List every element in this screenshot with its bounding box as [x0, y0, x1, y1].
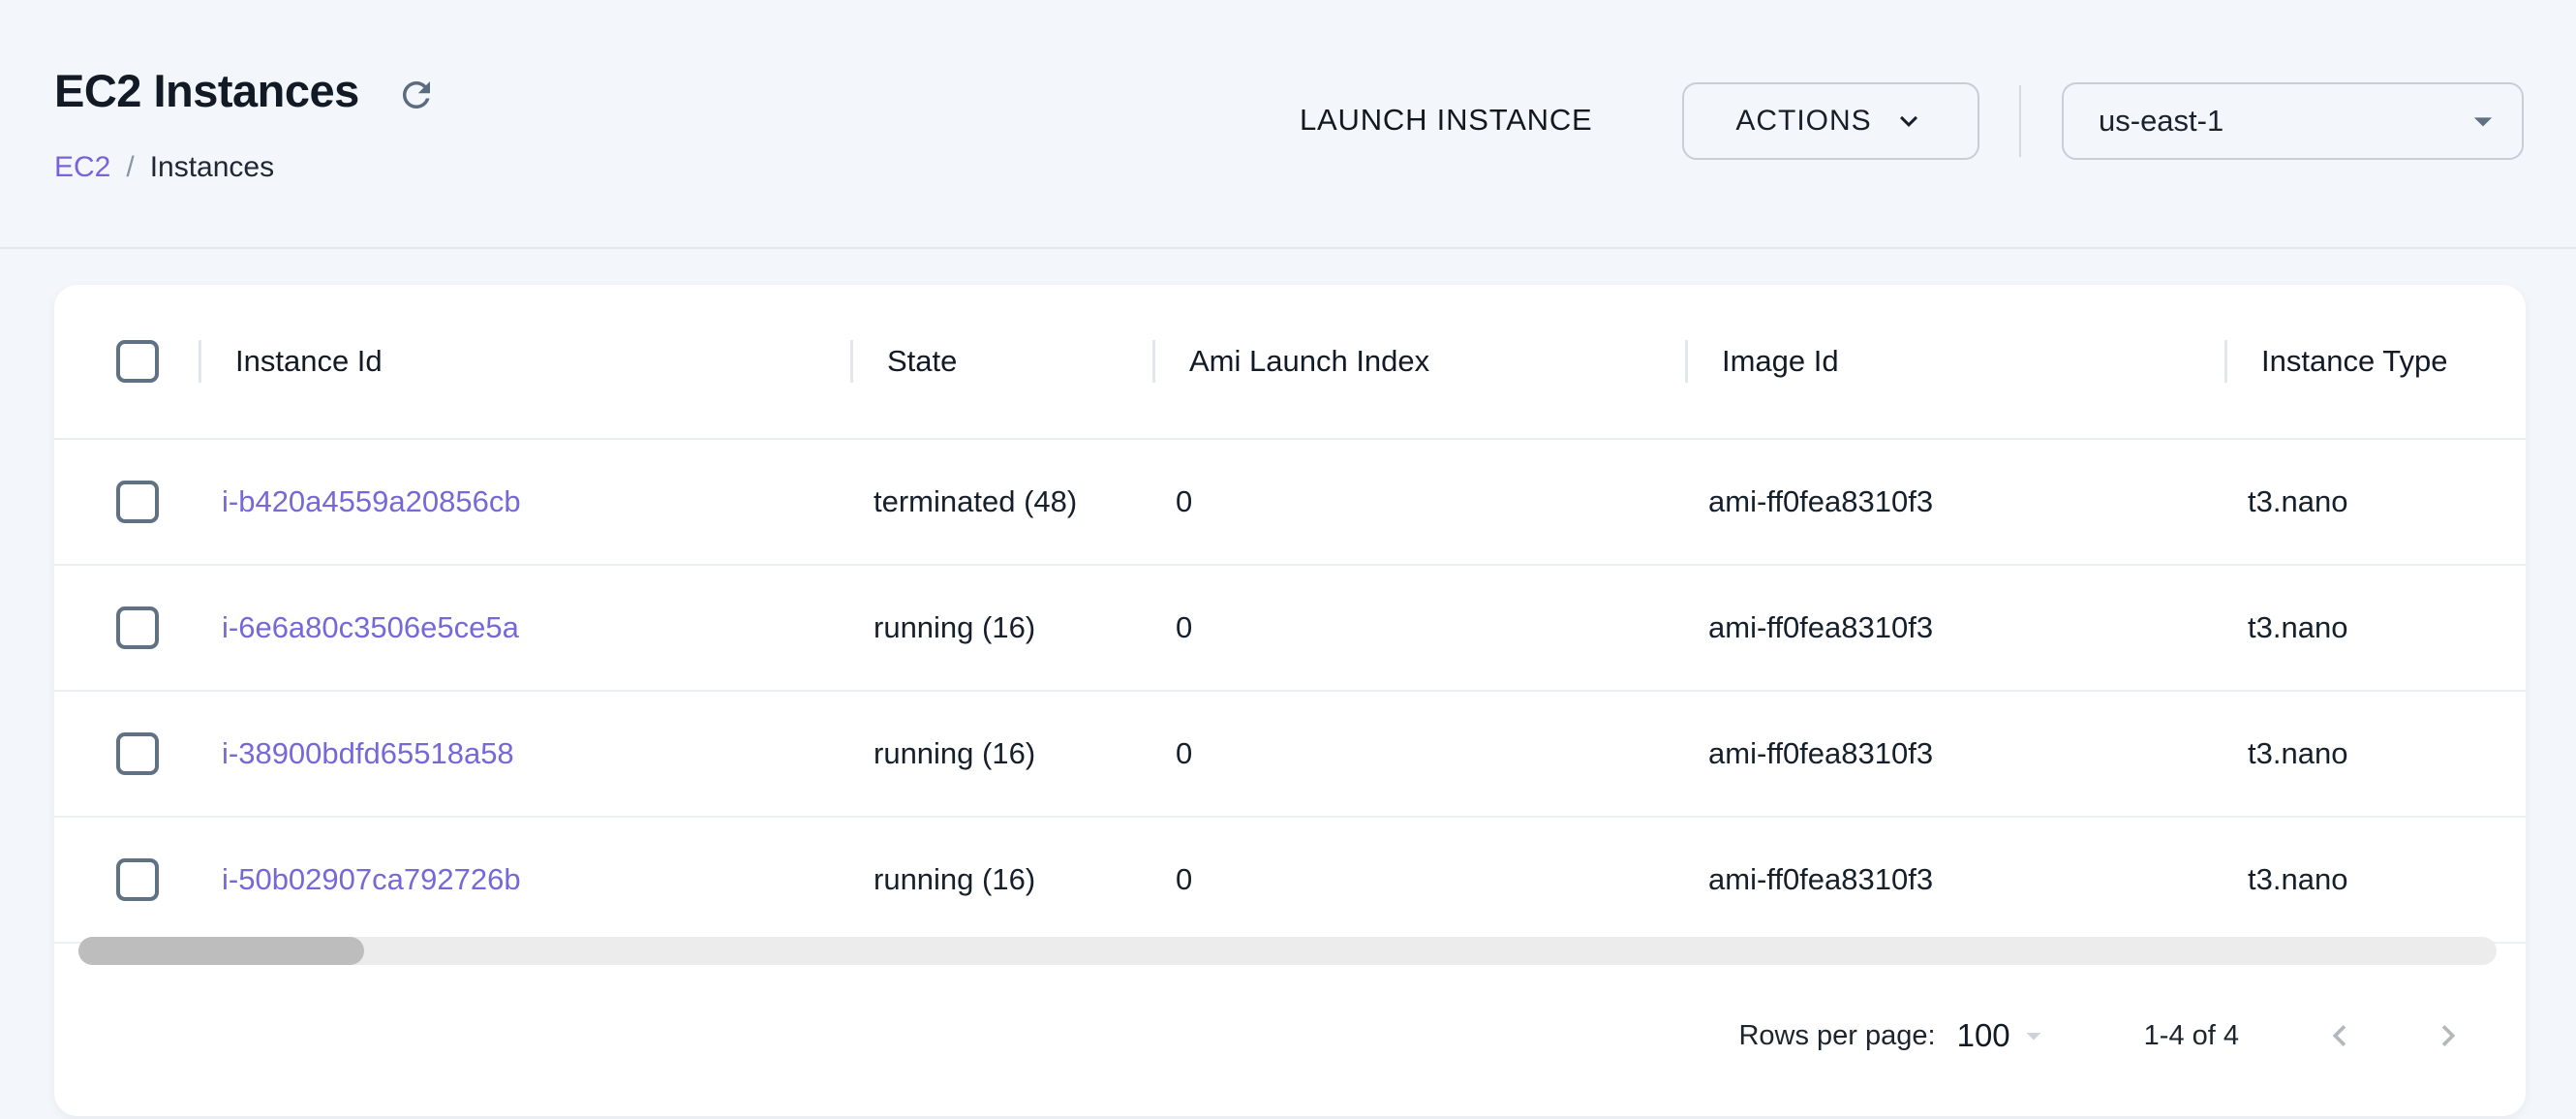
- row-checkbox[interactable]: [116, 732, 159, 775]
- ami-launch-index-cell: 0: [1152, 692, 1685, 816]
- ami-launch-index-cell: 0: [1152, 818, 1685, 942]
- instance-id-link[interactable]: i-6e6a80c3506e5ce5a: [222, 610, 519, 645]
- instance-type-cell: t3.nano: [2224, 818, 2526, 942]
- page-title: EC2 Instances: [54, 64, 359, 117]
- column-header-label: Instance Id: [235, 344, 383, 379]
- pagination-range: 1-4 of 4: [2144, 1020, 2239, 1052]
- launch-instance-button[interactable]: LAUNCH INSTANCE: [1288, 91, 1605, 149]
- breadcrumb-ec2-link[interactable]: EC2: [54, 151, 110, 184]
- ami-launch-index-cell: 0: [1152, 566, 1685, 690]
- instance-type-cell: t3.nano: [2224, 692, 2526, 816]
- table-header-row: Instance Id State Ami Launch Index Image…: [54, 285, 2526, 440]
- rows-per-page-select[interactable]: 100: [1957, 1017, 2051, 1054]
- column-header-ami-launch-index[interactable]: Ami Launch Index: [1152, 285, 1685, 438]
- scrollbar-thumb[interactable]: [78, 937, 364, 965]
- refresh-icon: [396, 75, 437, 115]
- row-checkbox[interactable]: [116, 606, 159, 649]
- page-header: EC2 Instances EC2 / Instances LAUNCH INS…: [0, 0, 2576, 249]
- image-id-cell: ami-ff0fea8310f3: [1685, 692, 2224, 816]
- table-row: i-b420a4559a20856cb terminated (48) 0 am…: [54, 440, 2526, 566]
- next-page-button[interactable]: [2421, 1009, 2475, 1063]
- column-separator: [850, 340, 853, 383]
- breadcrumb-current: Instances: [150, 151, 274, 184]
- column-header-state[interactable]: State: [850, 285, 1152, 438]
- state-cell: running (16): [850, 818, 1152, 942]
- pagination: Rows per page: 100 1-4 of 4: [1738, 963, 2475, 1108]
- chevron-right-icon: [2427, 1014, 2469, 1057]
- column-header-label: Image Id: [1722, 344, 1839, 379]
- chevron-left-icon: [2318, 1014, 2361, 1057]
- refresh-button[interactable]: [391, 70, 442, 120]
- column-separator: [2224, 340, 2227, 383]
- row-checkbox[interactable]: [116, 481, 159, 523]
- instance-id-link[interactable]: i-b420a4559a20856cb: [222, 484, 521, 519]
- image-id-cell: ami-ff0fea8310f3: [1685, 818, 2224, 942]
- rows-per-page-value: 100: [1957, 1017, 2010, 1054]
- ami-launch-index-cell: 0: [1152, 440, 1685, 564]
- image-id-cell: ami-ff0fea8310f3: [1685, 566, 2224, 690]
- row-checkbox[interactable]: [116, 858, 159, 901]
- select-all-checkbox[interactable]: [116, 340, 159, 383]
- arrow-dropdown-icon: [2010, 1018, 2051, 1053]
- region-select-value: us-east-1: [2099, 104, 2223, 139]
- state-cell: running (16): [850, 566, 1152, 690]
- table-row: i-38900bdfd65518a58 running (16) 0 ami-f…: [54, 692, 2526, 818]
- breadcrumb-separator: /: [126, 151, 134, 184]
- table-row: i-6e6a80c3506e5ce5a running (16) 0 ami-f…: [54, 566, 2526, 692]
- rows-per-page-label: Rows per page:: [1738, 1020, 1935, 1052]
- previous-page-button[interactable]: [2313, 1009, 2367, 1063]
- header-divider: [2019, 85, 2021, 157]
- column-header-instance-type[interactable]: Instance Type: [2224, 285, 2526, 438]
- region-select[interactable]: us-east-1: [2062, 82, 2524, 160]
- table-row: i-50b02907ca792726b running (16) 0 ami-f…: [54, 818, 2526, 944]
- column-header-label: Ami Launch Index: [1189, 344, 1429, 379]
- instance-id-link[interactable]: i-38900bdfd65518a58: [222, 736, 514, 771]
- column-header-image-id[interactable]: Image Id: [1685, 285, 2224, 438]
- state-cell: terminated (48): [850, 440, 1152, 564]
- column-separator: [1152, 340, 1155, 383]
- column-header-instance-id[interactable]: Instance Id: [199, 285, 850, 438]
- actions-menu-label: ACTIONS: [1735, 105, 1871, 138]
- actions-menu-button[interactable]: ACTIONS: [1682, 82, 1979, 160]
- instance-type-cell: t3.nano: [2224, 440, 2526, 564]
- instances-card: Instance Id State Ami Launch Index Image…: [54, 285, 2526, 1116]
- image-id-cell: ami-ff0fea8310f3: [1685, 440, 2224, 564]
- column-separator: [199, 340, 201, 383]
- instance-type-cell: t3.nano: [2224, 566, 2526, 690]
- horizontal-scrollbar[interactable]: [78, 937, 2497, 965]
- arrow-dropdown-icon: [2462, 100, 2504, 142]
- breadcrumb: EC2 / Instances: [54, 151, 274, 184]
- chevron-down-icon: [1891, 104, 1926, 139]
- instance-id-link[interactable]: i-50b02907ca792726b: [222, 862, 521, 897]
- state-cell: running (16): [850, 692, 1152, 816]
- column-separator: [1685, 340, 1688, 383]
- column-header-label: Instance Type: [2261, 344, 2447, 379]
- column-header-label: State: [887, 344, 957, 379]
